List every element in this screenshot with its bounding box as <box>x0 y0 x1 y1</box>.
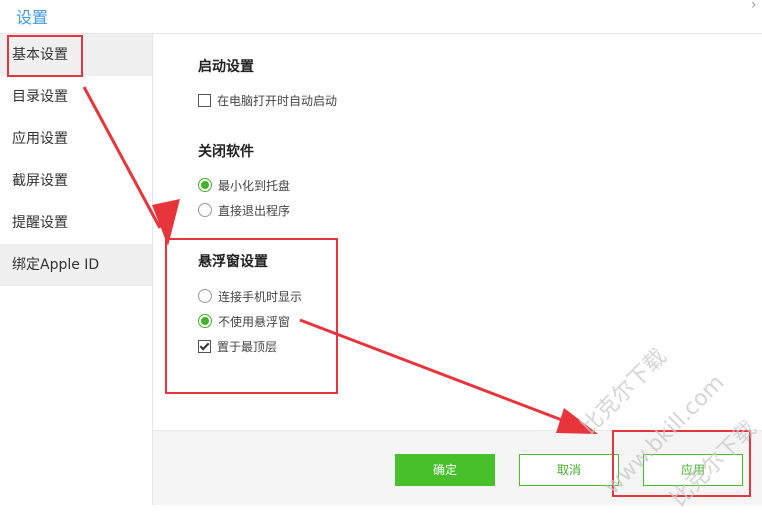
cancel-button[interactable]: 取消 <box>519 454 619 486</box>
auto-start-checkbox[interactable]: 在电脑打开时自动启动 <box>198 93 337 109</box>
sidebar-item-reminder[interactable]: 提醒设置 <box>0 202 152 244</box>
dialog-footer: 确定 取消 应用 <box>153 430 762 505</box>
window-title: 设置 <box>16 8 49 27</box>
minimize-to-tray-label: 最小化到托盘 <box>218 179 291 193</box>
exit-program-label: 直接退出程序 <box>218 204 291 218</box>
radio-selected-icon[interactable] <box>198 178 212 192</box>
show-on-connect-label: 连接手机时显示 <box>218 290 303 304</box>
minimize-to-tray-radio[interactable]: 最小化到托盘 <box>198 178 290 194</box>
sidebar-item-basic[interactable]: 基本设置 <box>0 34 152 76</box>
apply-button[interactable]: 应用 <box>643 454 743 486</box>
no-floating-window-radio[interactable]: 不使用悬浮窗 <box>198 314 290 330</box>
checkbox-icon[interactable] <box>198 94 211 107</box>
exit-program-radio[interactable]: 直接退出程序 <box>198 203 290 219</box>
sidebar-item-apple-id[interactable]: 绑定Apple ID <box>0 244 152 286</box>
sidebar-item-directory[interactable]: 目录设置 <box>0 76 152 118</box>
auto-start-label: 在电脑打开时自动启动 <box>217 94 338 108</box>
close-icon[interactable]: › <box>751 0 762 12</box>
sidebar: 基本设置 目录设置 应用设置 截屏设置 提醒设置 绑定Apple ID <box>0 34 153 505</box>
always-on-top-label: 置于最顶层 <box>217 340 278 354</box>
no-floating-window-label: 不使用悬浮窗 <box>218 315 291 329</box>
sidebar-item-screenshot[interactable]: 截屏设置 <box>0 160 152 202</box>
checkbox-checked-icon[interactable] <box>198 340 211 353</box>
show-on-connect-radio[interactable]: 连接手机时显示 <box>198 289 302 305</box>
ok-button[interactable]: 确定 <box>395 454 495 486</box>
close-section-title: 关闭软件 <box>198 144 254 160</box>
sidebar-item-application[interactable]: 应用设置 <box>0 118 152 160</box>
sidebar-item-label: 基本设置 <box>12 47 68 63</box>
sidebar-item-label: 提醒设置 <box>12 215 68 231</box>
radio-selected-icon[interactable] <box>198 314 212 328</box>
floating-window-section-title: 悬浮窗设置 <box>198 254 268 270</box>
radio-icon[interactable] <box>198 289 212 303</box>
title-bar: 设置 › <box>0 0 762 34</box>
sidebar-item-label: 截屏设置 <box>12 173 68 189</box>
sidebar-item-label: 应用设置 <box>12 131 68 147</box>
settings-panel: 启动设置 在电脑打开时自动启动 关闭软件 最小化到托盘 直接退出程序 悬浮窗设置… <box>153 34 762 430</box>
sidebar-item-label: 目录设置 <box>12 89 68 105</box>
radio-icon[interactable] <box>198 203 212 217</box>
startup-section-title: 启动设置 <box>198 59 254 75</box>
sidebar-item-label: 绑定Apple ID <box>12 257 100 273</box>
always-on-top-checkbox[interactable]: 置于最顶层 <box>198 339 277 355</box>
